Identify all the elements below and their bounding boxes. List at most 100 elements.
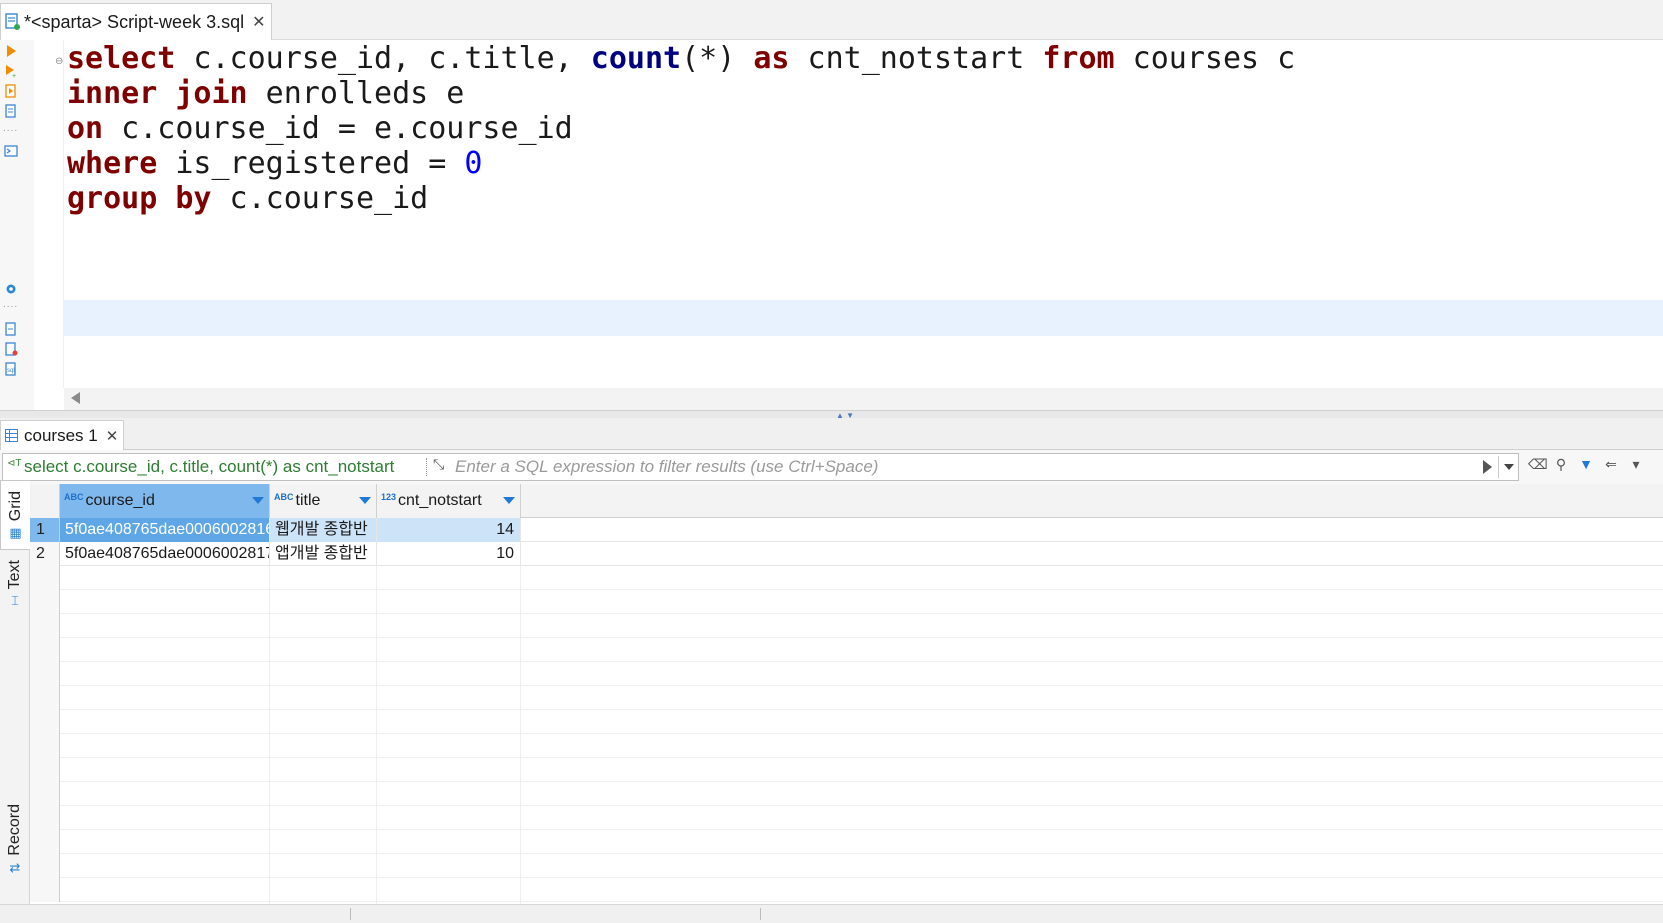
sql-keyword: inner xyxy=(67,76,158,111)
row-number-empty xyxy=(30,710,60,734)
panel-splitter[interactable]: ▲ ▼ xyxy=(0,410,1663,420)
empty-grid-row xyxy=(30,590,1663,614)
number-type-icon: 123 xyxy=(381,492,397,502)
sql-keyword: join xyxy=(175,76,248,111)
row-number-empty xyxy=(30,854,60,878)
current-line-highlight xyxy=(64,300,1663,336)
eraser-icon[interactable]: ⌫ xyxy=(1528,456,1548,472)
execute-in-new-tab-icon[interactable]: + xyxy=(4,64,18,78)
sql-editor[interactable]: select c.course_id, c.title, count(*) as… xyxy=(64,40,1663,388)
side-tab-text-label: Text xyxy=(6,560,23,590)
sql-text: enrolleds e xyxy=(247,76,465,111)
editor-side-toolbar: + .... .... sql xyxy=(0,40,34,413)
filter-settings-icon[interactable]: ⚲ xyxy=(1553,456,1569,472)
side-tab-record[interactable]: Record ⇄ xyxy=(0,800,30,890)
sql-keyword: from xyxy=(1042,41,1115,76)
grid-icon: ▦ xyxy=(9,525,22,541)
filter-placeholder[interactable]: Enter a SQL expression to filter results… xyxy=(455,457,878,477)
table-row[interactable]: 1 5f0ae408765dae0006002816 웹개발 종합반 14 xyxy=(30,518,1663,542)
row-number-empty xyxy=(30,590,60,614)
empty-grid-row xyxy=(30,566,1663,590)
empty-grid-row xyxy=(30,758,1663,782)
svg-text:+: + xyxy=(12,73,16,78)
text-icon: ⌶ xyxy=(11,593,19,609)
sql-script-icon xyxy=(5,13,20,30)
row-number[interactable]: 1 xyxy=(30,518,60,542)
dbeaver-window: *<sparta> Script-week 3.sql ✕ + .... ...… xyxy=(0,0,1663,923)
execute-script-icon[interactable] xyxy=(4,84,18,98)
cell-title[interactable]: 앱개발 종합반 xyxy=(270,542,377,566)
chevron-down-icon[interactable]: ▾ xyxy=(1628,456,1644,472)
apply-filter-icon[interactable] xyxy=(1483,460,1492,474)
column-header-label: title xyxy=(295,492,321,509)
fold-toggle-icon[interactable]: ⊖ xyxy=(55,56,63,67)
cell-course-id[interactable]: 5f0ae408765dae0006002816 xyxy=(60,518,270,542)
sql-text: (*) xyxy=(681,41,754,76)
side-tab-text[interactable]: Text ⌶ xyxy=(0,556,30,626)
close-icon[interactable]: ✕ xyxy=(252,12,265,32)
execute-statement-icon[interactable] xyxy=(4,44,18,58)
empty-grid-row xyxy=(30,662,1663,686)
cell-title[interactable]: 웹개발 종합반 xyxy=(270,518,377,542)
sort-icon[interactable] xyxy=(503,497,515,504)
toolbar-separator: .... xyxy=(3,299,19,310)
table-icon xyxy=(5,429,18,442)
open-script-icon[interactable] xyxy=(4,342,18,356)
empty-grid-row xyxy=(30,854,1663,878)
editor-tab-script[interactable]: *<sparta> Script-week 3.sql ✕ xyxy=(0,3,272,40)
sort-icon[interactable] xyxy=(252,497,264,504)
empty-grid-row xyxy=(30,782,1663,806)
editor-horizontal-scrollbar[interactable] xyxy=(64,388,1663,410)
cell-cnt-notstart[interactable]: 10 xyxy=(377,542,521,566)
filter-toolbar: ⌫ ⚲ ▼ ⇐ ▾ xyxy=(1528,456,1644,472)
row-number-empty xyxy=(30,782,60,806)
close-icon[interactable]: ✕ xyxy=(106,427,119,445)
expand-icon[interactable]: ⤡ xyxy=(433,456,444,473)
table-row[interactable]: 2 5f0ae408765dae0006002817 앱개발 종합반 10 xyxy=(30,542,1663,566)
results-tab-courses[interactable]: courses 1 ✕ xyxy=(0,420,124,450)
result-view-tabs: Grid ▦ Text ⌶ Record ⇄ xyxy=(0,480,30,904)
code-line: select c.course_id, c.title, count(*) as… xyxy=(67,40,1295,77)
row-number-header[interactable] xyxy=(30,484,60,518)
filter-source-query[interactable]: select c.course_id, c.title, count(*) as… xyxy=(24,457,394,477)
filter-history-dropdown[interactable] xyxy=(1498,456,1518,478)
results-tab-bar: courses 1 ✕ xyxy=(0,418,1663,450)
sql-text: is_registered = xyxy=(157,146,465,181)
record-icon: ⇄ xyxy=(9,859,21,875)
row-number-empty xyxy=(30,830,60,854)
scroll-left-icon[interactable] xyxy=(71,392,80,404)
row-number-empty xyxy=(30,662,60,686)
empty-grid-row xyxy=(30,830,1663,854)
filter-icon[interactable]: ▼ xyxy=(1578,456,1594,472)
column-header-cnt-notstart[interactable]: 123 cnt_notstart xyxy=(377,484,521,518)
sort-icon[interactable] xyxy=(359,497,371,504)
side-tab-grid[interactable]: Grid ▦ xyxy=(0,480,30,550)
empty-grid-row xyxy=(30,734,1663,758)
gear-icon[interactable] xyxy=(4,282,18,296)
explain-plan-icon[interactable] xyxy=(4,104,18,118)
cell-cnt-notstart[interactable]: 14 xyxy=(377,518,521,542)
terminal-icon[interactable] xyxy=(4,144,18,158)
column-header-course-id[interactable]: ABC course_id xyxy=(60,484,270,518)
row-number[interactable]: 2 xyxy=(30,542,60,566)
code-line: on c.course_id = e.course_id xyxy=(67,110,573,147)
back-arrow-icon[interactable]: ⇐ xyxy=(1603,456,1619,472)
new-script-icon[interactable] xyxy=(4,322,18,336)
export-script-icon[interactable]: sql xyxy=(4,362,18,376)
sql-number: 0 xyxy=(464,146,483,181)
cell-course-id[interactable]: 5f0ae408765dae0006002817 xyxy=(60,542,270,566)
side-tab-grid-label: Grid xyxy=(6,491,24,522)
sql-text: c.course_id = e.course_id xyxy=(103,111,573,146)
sql-keyword: on xyxy=(67,111,104,146)
text-type-icon: ABC xyxy=(64,492,84,502)
results-grid[interactable]: ABC course_id ABC title 123 cnt_notstart… xyxy=(30,484,1663,904)
column-header-title[interactable]: ABC title xyxy=(270,484,377,518)
empty-grid-row xyxy=(30,686,1663,710)
filter-input[interactable]: ⊲T select c.course_id, c.title, count(*)… xyxy=(2,453,1519,481)
sql-keyword: where xyxy=(67,146,158,181)
empty-grid-row xyxy=(30,614,1663,638)
sql-text: c.course_id, c.title, xyxy=(175,41,591,76)
sql-text: courses c xyxy=(1114,41,1296,76)
